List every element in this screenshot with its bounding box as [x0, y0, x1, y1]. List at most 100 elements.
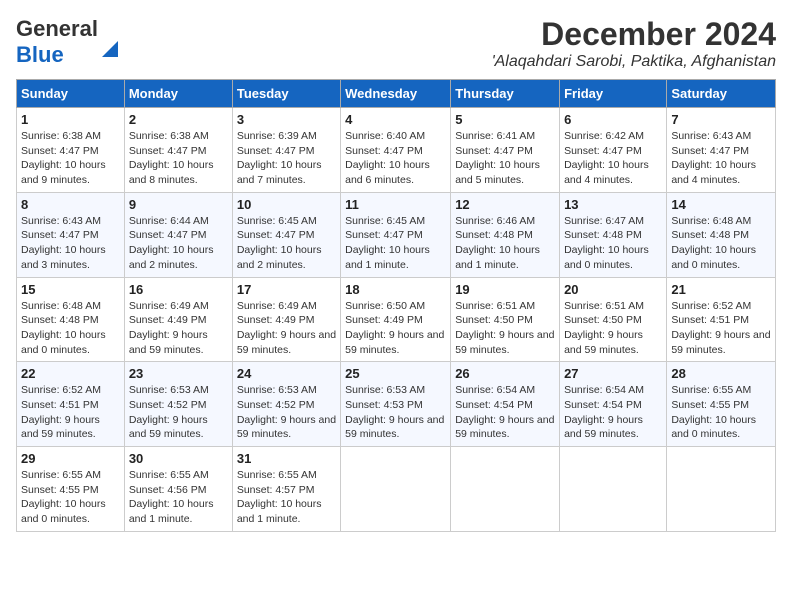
day-number: 19 — [455, 282, 555, 297]
day-number: 16 — [129, 282, 228, 297]
day-number: 3 — [237, 112, 336, 127]
calendar-cell: 4 Sunrise: 6:40 AM Sunset: 4:47 PM Dayli… — [341, 108, 451, 193]
calendar-cell: 3 Sunrise: 6:39 AM Sunset: 4:47 PM Dayli… — [232, 108, 340, 193]
day-info: Sunrise: 6:41 AM Sunset: 4:47 PM Dayligh… — [455, 130, 540, 186]
day-info: Sunrise: 6:42 AM Sunset: 4:47 PM Dayligh… — [564, 130, 649, 186]
day-info: Sunrise: 6:53 AM Sunset: 4:53 PM Dayligh… — [345, 384, 444, 440]
day-number: 12 — [455, 197, 555, 212]
calendar-cell: 11 Sunrise: 6:45 AM Sunset: 4:47 PM Dayl… — [341, 192, 451, 277]
weekday-header-sunday: Sunday — [17, 80, 125, 108]
calendar-cell: 19 Sunrise: 6:51 AM Sunset: 4:50 PM Dayl… — [451, 277, 560, 362]
day-info: Sunrise: 6:48 AM Sunset: 4:48 PM Dayligh… — [671, 215, 756, 271]
calendar-cell: 20 Sunrise: 6:51 AM Sunset: 4:50 PM Dayl… — [560, 277, 667, 362]
day-number: 31 — [237, 451, 336, 466]
day-number: 8 — [21, 197, 120, 212]
calendar-cell: 28 Sunrise: 6:55 AM Sunset: 4:55 PM Dayl… — [667, 362, 776, 447]
calendar-cell — [341, 447, 451, 532]
calendar-cell: 31 Sunrise: 6:55 AM Sunset: 4:57 PM Dayl… — [232, 447, 340, 532]
calendar-cell: 10 Sunrise: 6:45 AM Sunset: 4:47 PM Dayl… — [232, 192, 340, 277]
calendar-cell: 14 Sunrise: 6:48 AM Sunset: 4:48 PM Dayl… — [667, 192, 776, 277]
calendar-cell: 8 Sunrise: 6:43 AM Sunset: 4:47 PM Dayli… — [17, 192, 125, 277]
calendar-cell: 17 Sunrise: 6:49 AM Sunset: 4:49 PM Dayl… — [232, 277, 340, 362]
day-info: Sunrise: 6:40 AM Sunset: 4:47 PM Dayligh… — [345, 130, 430, 186]
day-number: 17 — [237, 282, 336, 297]
day-number: 30 — [129, 451, 228, 466]
day-info: Sunrise: 6:51 AM Sunset: 4:50 PM Dayligh… — [455, 300, 554, 356]
day-info: Sunrise: 6:54 AM Sunset: 4:54 PM Dayligh… — [564, 384, 644, 440]
day-number: 5 — [455, 112, 555, 127]
day-number: 2 — [129, 112, 228, 127]
day-info: Sunrise: 6:47 AM Sunset: 4:48 PM Dayligh… — [564, 215, 649, 271]
day-number: 13 — [564, 197, 662, 212]
weekday-header-wednesday: Wednesday — [341, 80, 451, 108]
logo-general: General — [16, 16, 98, 41]
calendar-cell — [560, 447, 667, 532]
logo-arrow-icon — [100, 39, 120, 59]
calendar: SundayMondayTuesdayWednesdayThursdayFrid… — [16, 79, 776, 532]
day-info: Sunrise: 6:46 AM Sunset: 4:48 PM Dayligh… — [455, 215, 540, 271]
calendar-cell: 21 Sunrise: 6:52 AM Sunset: 4:51 PM Dayl… — [667, 277, 776, 362]
calendar-week-row: 15 Sunrise: 6:48 AM Sunset: 4:48 PM Dayl… — [17, 277, 776, 362]
calendar-cell: 12 Sunrise: 6:46 AM Sunset: 4:48 PM Dayl… — [451, 192, 560, 277]
weekday-header-saturday: Saturday — [667, 80, 776, 108]
calendar-cell: 22 Sunrise: 6:52 AM Sunset: 4:51 PM Dayl… — [17, 362, 125, 447]
day-info: Sunrise: 6:55 AM Sunset: 4:55 PM Dayligh… — [21, 469, 106, 525]
day-number: 22 — [21, 366, 120, 381]
location-title: 'Alaqahdari Sarobi, Paktika, Afghanistan — [492, 53, 776, 71]
day-info: Sunrise: 6:52 AM Sunset: 4:51 PM Dayligh… — [21, 384, 101, 440]
calendar-cell: 16 Sunrise: 6:49 AM Sunset: 4:49 PM Dayl… — [124, 277, 232, 362]
calendar-week-row: 1 Sunrise: 6:38 AM Sunset: 4:47 PM Dayli… — [17, 108, 776, 193]
day-info: Sunrise: 6:48 AM Sunset: 4:48 PM Dayligh… — [21, 300, 106, 356]
calendar-cell: 25 Sunrise: 6:53 AM Sunset: 4:53 PM Dayl… — [341, 362, 451, 447]
weekday-header-friday: Friday — [560, 80, 667, 108]
day-info: Sunrise: 6:43 AM Sunset: 4:47 PM Dayligh… — [671, 130, 756, 186]
calendar-cell: 29 Sunrise: 6:55 AM Sunset: 4:55 PM Dayl… — [17, 447, 125, 532]
day-number: 27 — [564, 366, 662, 381]
day-number: 20 — [564, 282, 662, 297]
day-info: Sunrise: 6:38 AM Sunset: 4:47 PM Dayligh… — [21, 130, 106, 186]
calendar-cell — [451, 447, 560, 532]
day-number: 25 — [345, 366, 446, 381]
logo-blue: Blue — [16, 42, 64, 67]
day-number: 9 — [129, 197, 228, 212]
day-info: Sunrise: 6:52 AM Sunset: 4:51 PM Dayligh… — [671, 300, 770, 356]
calendar-cell: 1 Sunrise: 6:38 AM Sunset: 4:47 PM Dayli… — [17, 108, 125, 193]
day-info: Sunrise: 6:43 AM Sunset: 4:47 PM Dayligh… — [21, 215, 106, 271]
calendar-cell: 7 Sunrise: 6:43 AM Sunset: 4:47 PM Dayli… — [667, 108, 776, 193]
day-number: 4 — [345, 112, 446, 127]
header: General Blue December 2024 'Alaqahdari S… — [16, 16, 776, 71]
day-info: Sunrise: 6:49 AM Sunset: 4:49 PM Dayligh… — [129, 300, 209, 356]
calendar-cell — [667, 447, 776, 532]
calendar-cell: 18 Sunrise: 6:50 AM Sunset: 4:49 PM Dayl… — [341, 277, 451, 362]
day-info: Sunrise: 6:38 AM Sunset: 4:47 PM Dayligh… — [129, 130, 214, 186]
day-number: 6 — [564, 112, 662, 127]
calendar-cell: 15 Sunrise: 6:48 AM Sunset: 4:48 PM Dayl… — [17, 277, 125, 362]
calendar-cell: 27 Sunrise: 6:54 AM Sunset: 4:54 PM Dayl… — [560, 362, 667, 447]
calendar-week-row: 29 Sunrise: 6:55 AM Sunset: 4:55 PM Dayl… — [17, 447, 776, 532]
weekday-header-monday: Monday — [124, 80, 232, 108]
day-number: 23 — [129, 366, 228, 381]
day-number: 11 — [345, 197, 446, 212]
day-info: Sunrise: 6:49 AM Sunset: 4:49 PM Dayligh… — [237, 300, 336, 356]
day-info: Sunrise: 6:55 AM Sunset: 4:55 PM Dayligh… — [671, 384, 756, 440]
day-number: 18 — [345, 282, 446, 297]
logo: General Blue — [16, 16, 120, 68]
calendar-body: 1 Sunrise: 6:38 AM Sunset: 4:47 PM Dayli… — [17, 108, 776, 532]
month-title: December 2024 — [492, 16, 776, 53]
day-info: Sunrise: 6:55 AM Sunset: 4:56 PM Dayligh… — [129, 469, 214, 525]
day-info: Sunrise: 6:51 AM Sunset: 4:50 PM Dayligh… — [564, 300, 644, 356]
title-area: December 2024 'Alaqahdari Sarobi, Paktik… — [492, 16, 776, 71]
day-info: Sunrise: 6:50 AM Sunset: 4:49 PM Dayligh… — [345, 300, 444, 356]
calendar-cell: 2 Sunrise: 6:38 AM Sunset: 4:47 PM Dayli… — [124, 108, 232, 193]
day-info: Sunrise: 6:53 AM Sunset: 4:52 PM Dayligh… — [237, 384, 336, 440]
day-info: Sunrise: 6:45 AM Sunset: 4:47 PM Dayligh… — [237, 215, 322, 271]
weekday-header-thursday: Thursday — [451, 80, 560, 108]
weekday-header-row: SundayMondayTuesdayWednesdayThursdayFrid… — [17, 80, 776, 108]
day-info: Sunrise: 6:53 AM Sunset: 4:52 PM Dayligh… — [129, 384, 209, 440]
calendar-cell: 26 Sunrise: 6:54 AM Sunset: 4:54 PM Dayl… — [451, 362, 560, 447]
day-number: 28 — [671, 366, 771, 381]
day-info: Sunrise: 6:39 AM Sunset: 4:47 PM Dayligh… — [237, 130, 322, 186]
day-number: 21 — [671, 282, 771, 297]
day-info: Sunrise: 6:54 AM Sunset: 4:54 PM Dayligh… — [455, 384, 554, 440]
day-number: 10 — [237, 197, 336, 212]
